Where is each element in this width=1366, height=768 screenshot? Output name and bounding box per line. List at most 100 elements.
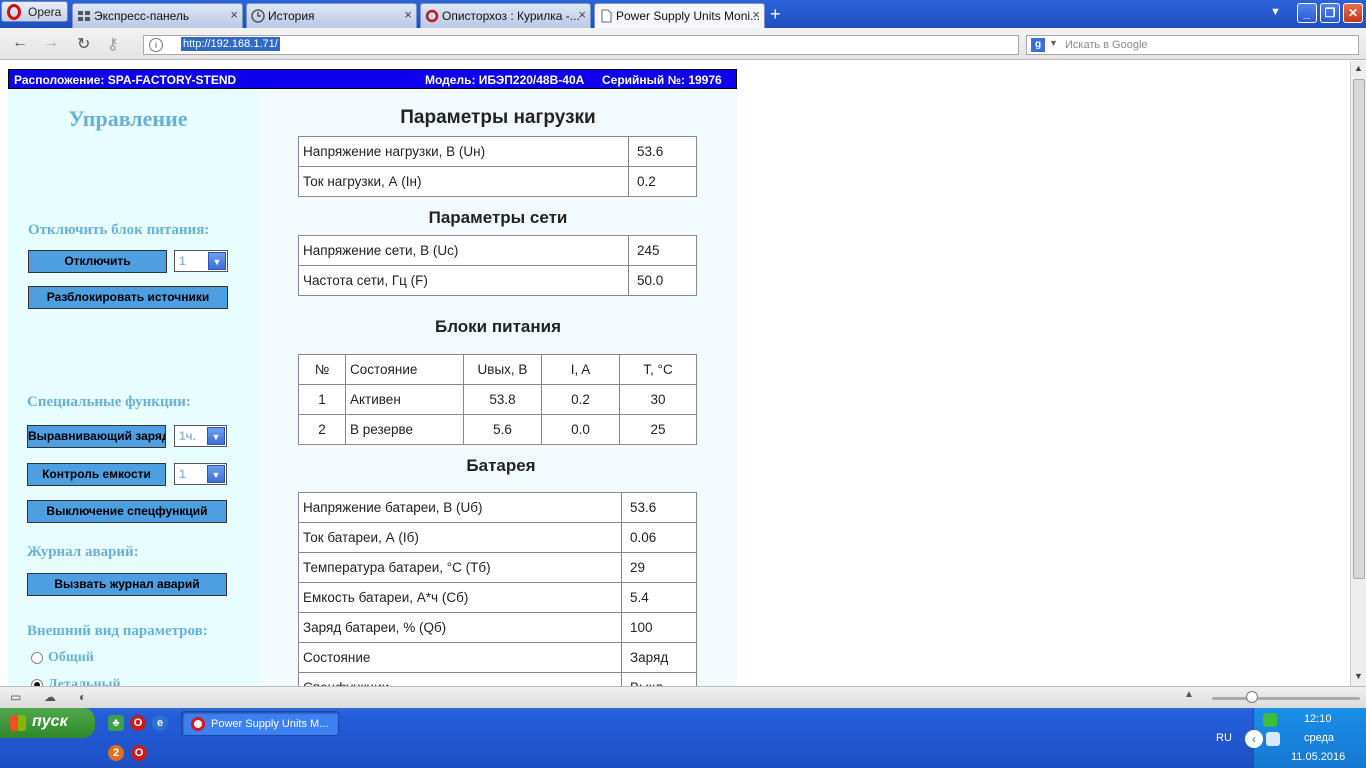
capacity-check-button[interactable]: Контроль емкости [27, 463, 166, 486]
key-icon[interactable]: ⚷ [107, 34, 119, 54]
url-field[interactable]: i http://192.168.1.71/ [143, 35, 1019, 55]
equalize-duration-select[interactable]: 1ч. ▼ [174, 425, 227, 447]
scroll-down-icon[interactable]: ▼ [1354, 671, 1363, 681]
psu-temperature: 25 [619, 414, 697, 445]
view-general-label: Общий [48, 650, 94, 665]
disable-psu-select[interactable]: 1 ▼ [174, 250, 228, 272]
close-icon[interactable]: × [578, 7, 586, 22]
network-tray-icon[interactable] [1263, 713, 1277, 727]
view-detailed-radio[interactable] [31, 679, 43, 686]
chevron-down-icon[interactable]: ▼ [208, 252, 226, 270]
opera-quicklaunch-icon[interactable]: O [131, 745, 147, 761]
device-info-bar: Расположение: SPA-FACTORY-STEND Модель: … [8, 69, 737, 89]
panel-toggle-icon[interactable]: ▭ [10, 690, 21, 704]
psu-current: 0.2 [541, 384, 620, 415]
row-label: Частота сети, Гц (F) [298, 265, 629, 296]
table-row: 1 Активен 53.8 0.2 30 [298, 384, 697, 415]
special-off-button[interactable]: Выключение спецфункций [27, 500, 227, 523]
taskbar-item-label: Power Supply Units M... [211, 718, 329, 730]
connection-tray-icon[interactable] [1266, 732, 1280, 746]
tab-speed-dial[interactable]: Экспресс-панель × [72, 3, 243, 28]
windows-taskbar: пуск ♣ O e 2 O Power Supply Units M... R… [0, 708, 1366, 768]
cloud-icon[interactable]: ☁ [44, 690, 56, 704]
psu-table: № Состояние Uвых, В I, A T, °C 1 Активен… [298, 354, 697, 445]
column-header: Состояние [345, 354, 464, 385]
reload-icon[interactable]: ↻ [77, 34, 90, 54]
select-value: 1 [179, 467, 186, 481]
row-value: 100 [621, 612, 697, 643]
zoom-menu-icon[interactable]: ▲ [1184, 689, 1194, 700]
start-button[interactable]: пуск [0, 708, 95, 738]
row-value: 53.6 [628, 136, 697, 167]
tab-list-chevron-icon[interactable]: ▼ [1270, 6, 1281, 18]
scrollbar-thumb[interactable] [1353, 79, 1365, 579]
disable-psu-button[interactable]: Отключить [28, 250, 167, 273]
zoom-slider-track[interactable] [1212, 697, 1360, 700]
row-label: Напряжение сети, В (Uс) [298, 235, 629, 266]
view-general-radio[interactable] [31, 652, 43, 664]
row-value: 0.2 [628, 166, 697, 197]
url-text[interactable]: http://192.168.1.71/ [181, 37, 280, 51]
tab-power-supply[interactable]: Power Supply Units Moni... × [594, 3, 765, 28]
back-arrow-icon[interactable]: ← [12, 34, 28, 52]
unlock-sources-button[interactable]: Разблокировать источники [28, 286, 228, 309]
address-toolbar: ← → ↻ ⚷ i http://192.168.1.71/ g ▼ Искат… [0, 28, 1366, 60]
load-title: Параметры нагрузки [400, 107, 596, 128]
chevron-down-icon[interactable]: ▼ [207, 427, 225, 445]
forward-arrow-icon[interactable]: → [43, 34, 59, 52]
network-app-icon[interactable]: ♣ [108, 715, 124, 731]
tab-history[interactable]: История × [246, 3, 417, 28]
psu-voltage: 5.6 [463, 414, 542, 445]
row-value: 53.6 [621, 492, 697, 523]
row-value: 0.06 [621, 522, 697, 553]
table-row: Частота сети, Гц (F) 50.0 [298, 265, 697, 296]
opera-logo-icon [191, 717, 205, 731]
taskbar-item-opera[interactable]: Power Supply Units M... [181, 711, 339, 736]
close-icon[interactable]: × [404, 7, 412, 22]
column-header: Uвых, В [463, 354, 542, 385]
badge-icon[interactable]: 2 [108, 745, 124, 761]
browser-quicklaunch-icon[interactable]: e [152, 715, 168, 731]
tray-expand-icon[interactable]: ‹ [1245, 730, 1263, 748]
zoom-slider-handle[interactable] [1246, 691, 1258, 703]
chevron-down-icon[interactable]: ▼ [207, 465, 225, 483]
alarm-log-button[interactable]: Вызвать журнал аварий [27, 573, 227, 596]
site-info-icon[interactable]: i [149, 38, 163, 52]
new-tab-button[interactable]: + [770, 4, 781, 25]
view-detailed-label: Детальный [48, 677, 121, 686]
scroll-up-icon[interactable]: ▲ [1354, 63, 1363, 73]
psu-temperature: 30 [619, 384, 697, 415]
psu-title: Блоки питания [435, 317, 561, 336]
vertical-scrollbar[interactable]: ▲ ▼ [1350, 61, 1366, 686]
table-row: Заряд батареи, % (Qб) 100 [298, 612, 697, 643]
maximize-icon[interactable]: ❐ [1320, 3, 1340, 23]
tab-forum[interactable]: Описторхоз : Курилка -... × [420, 3, 591, 28]
search-engine-chevron-icon[interactable]: ▼ [1049, 38, 1058, 48]
column-header: T, °C [619, 354, 697, 385]
opera-menu-label: Opera [28, 5, 62, 19]
start-label: пуск [32, 713, 68, 730]
close-icon[interactable]: × [230, 7, 238, 22]
table-row: Ток батареи, А (Iб) 0.06 [298, 522, 697, 553]
device-serial: Серийный №: 19976 [602, 73, 722, 87]
row-label: Напряжение батареи, В (Uб) [298, 492, 622, 523]
language-indicator[interactable]: RU [1216, 732, 1232, 744]
row-value: 50.0 [628, 265, 697, 296]
opera-menu-button[interactable]: Opera [1, 1, 68, 22]
opera-quicklaunch-icon[interactable]: O [130, 715, 146, 731]
row-value: Выкл. [621, 672, 697, 686]
minimize-icon[interactable]: _ [1297, 3, 1317, 23]
equalize-charge-button[interactable]: Выравнивающий заряд [27, 425, 166, 448]
windows-logo-icon [10, 715, 26, 731]
window-close-icon[interactable]: ✕ [1343, 3, 1363, 23]
grid-icon [78, 11, 90, 21]
close-icon[interactable]: × [752, 7, 760, 22]
capacity-select[interactable]: 1 ▼ [174, 463, 227, 485]
google-icon[interactable]: g [1031, 38, 1045, 52]
search-field[interactable]: g ▼ Искать в Google [1026, 35, 1359, 55]
select-value: 1ч. [179, 429, 196, 443]
speed-icon[interactable]: ◐ [79, 690, 86, 704]
table-row: Напряжение батареи, В (Uб) 53.6 [298, 492, 697, 523]
clock-time[interactable]: 12:10 [1304, 713, 1332, 725]
table-row: Напряжение нагрузки, В (Uн) 53.6 [298, 136, 697, 167]
